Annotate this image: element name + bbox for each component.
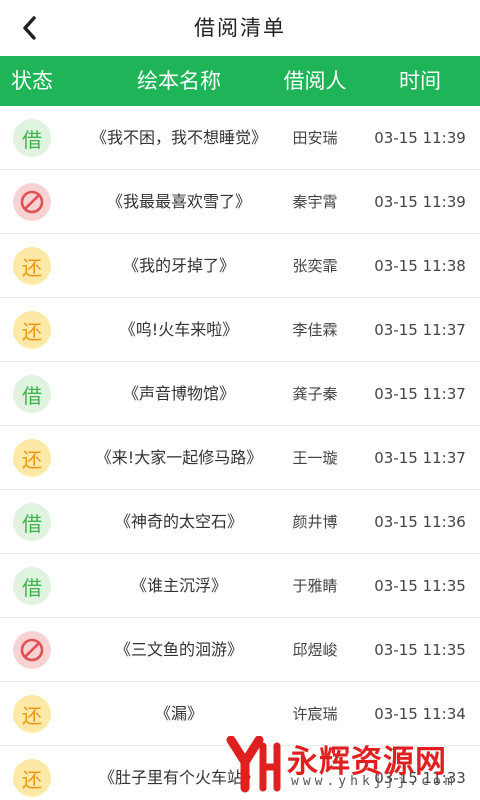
return-status-badge: 还 (13, 247, 51, 285)
status-cell: 借 (0, 106, 64, 170)
borrower-name: 颜井博 (292, 513, 338, 531)
borrow-time: 03-15 11:37 (374, 321, 466, 339)
borrow-time: 03-15 11:33 (374, 769, 466, 787)
borrow-time: 03-15 11:38 (374, 257, 466, 275)
book-name: 《声音博物馆》 (122, 384, 235, 403)
prohibited-icon (13, 183, 51, 221)
list-item[interactable]: 借 《声音博物馆》 龚子秦 03-15 11:37 (0, 362, 480, 426)
return-status-badge: 还 (13, 311, 51, 349)
borrow-time: 03-15 11:37 (374, 449, 466, 467)
list-item[interactable]: 借 《我不困，我不想睡觉》 田安瑞 03-15 11:39 (0, 106, 480, 170)
list-item[interactable]: 还 《我的牙掉了》 张奕霏 03-15 11:38 (0, 234, 480, 298)
status-cell: 还 (0, 682, 64, 746)
list-item[interactable]: 还 《来!大家一起修马路》 王一璇 03-15 11:37 (0, 426, 480, 490)
app-screen: 借阅清单 状态 绘本名称 借阅人 时间 借 《我不困，我不想睡觉》 田安瑞 03-15… (0, 0, 480, 800)
borrower-name: 秦宇霄 (292, 193, 338, 211)
status-cell (0, 618, 64, 682)
column-time: 时间 (399, 69, 441, 93)
borrow-time: 03-15 11:37 (374, 385, 466, 403)
book-name: 《来!大家一起修马路》 (95, 448, 263, 467)
borrower-name (270, 746, 360, 800)
status-cell: 还 (0, 746, 64, 800)
top-bar: 借阅清单 (0, 0, 480, 56)
status-cell (0, 170, 64, 234)
list-item[interactable]: 还 《肚子里有个火车站》 03-15 11:33 (0, 746, 480, 800)
borrow-time: 03-15 11:34 (374, 705, 466, 723)
list-item[interactable]: 《我最最喜欢雪了》 秦宇霄 03-15 11:39 (0, 170, 480, 234)
borrow-status-badge: 借 (13, 375, 51, 413)
borrow-status-badge: 借 (13, 119, 51, 157)
book-name: 《谁主沉浮》 (130, 576, 227, 595)
list-item[interactable]: 还 《漏》 许宸瑞 03-15 11:34 (0, 682, 480, 746)
return-status-badge: 还 (13, 439, 51, 477)
book-name: 《呜!火车来啦》 (119, 320, 239, 339)
borrow-time: 03-15 11:36 (374, 513, 466, 531)
book-name: 《神奇的太空石》 (114, 512, 243, 531)
book-name: 《我不困，我不想睡觉》 (90, 128, 267, 147)
borrower-name: 王一璇 (292, 449, 338, 467)
borrower-name: 邱煜峻 (292, 641, 338, 659)
borrow-time: 03-15 11:39 (374, 129, 466, 147)
borrower-name: 田安瑞 (292, 129, 338, 147)
list-item[interactable]: 《三文鱼的洄游》 邱煜峻 03-15 11:35 (0, 618, 480, 682)
book-name: 《我最最喜欢雪了》 (106, 192, 251, 211)
status-cell: 还 (0, 298, 64, 362)
borrow-status-badge: 借 (13, 503, 51, 541)
borrower-name: 张奕霏 (292, 257, 338, 275)
borrow-list: 借 《我不困，我不想睡觉》 田安瑞 03-15 11:39 《我最最喜欢雪了》 秦宇霄 03… (0, 106, 480, 800)
prohibited-icon (13, 631, 51, 669)
column-status: 状态 (11, 69, 53, 93)
status-cell: 还 (0, 426, 64, 490)
column-borrower: 借阅人 (283, 69, 347, 93)
status-cell: 借 (0, 490, 64, 554)
borrow-time: 03-15 11:39 (374, 193, 466, 211)
borrow-time: 03-15 11:35 (374, 641, 466, 659)
borrower-name: 于雅睛 (292, 577, 338, 595)
borrow-status-badge: 借 (13, 567, 51, 605)
book-name: 《三文鱼的洄游》 (114, 640, 243, 659)
borrower-name: 李佳霖 (292, 321, 338, 339)
column-book-name: 绘本名称 (137, 69, 221, 93)
list-item[interactable]: 借 《神奇的太空石》 颜井博 03-15 11:36 (0, 490, 480, 554)
borrow-time: 03-15 11:35 (374, 577, 466, 595)
column-header: 状态 绘本名称 借阅人 时间 (0, 56, 480, 106)
book-name: 《肚子里有个火车站》 (98, 768, 259, 787)
book-name: 《我的牙掉了》 (122, 256, 235, 275)
status-cell: 借 (0, 554, 64, 618)
borrower-name: 龚子秦 (292, 385, 338, 403)
return-status-badge: 还 (13, 759, 51, 797)
list-item[interactable]: 还 《呜!火车来啦》 李佳霖 03-15 11:37 (0, 298, 480, 362)
status-cell: 还 (0, 234, 64, 298)
book-name: 《漏》 (154, 704, 203, 723)
return-status-badge: 还 (13, 695, 51, 733)
status-cell: 借 (0, 362, 64, 426)
list-item[interactable]: 借 《谁主沉浮》 于雅睛 03-15 11:35 (0, 554, 480, 618)
borrower-name: 许宸瑞 (292, 705, 338, 723)
page-title: 借阅清单 (194, 16, 286, 40)
